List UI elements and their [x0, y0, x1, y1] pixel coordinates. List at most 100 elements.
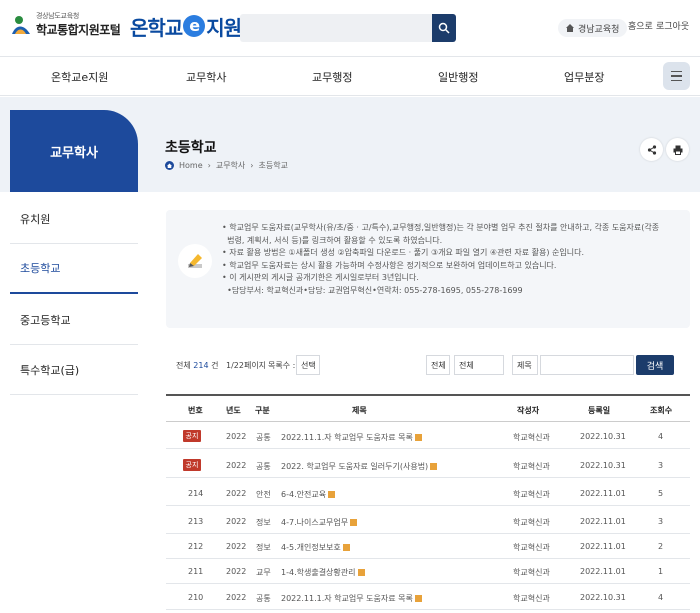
col-title: 제목 [352, 406, 367, 415]
file-icon [414, 434, 422, 441]
cell-date: 2022.10.31 [580, 461, 626, 470]
col-views: 조회수 [650, 406, 673, 415]
cell-title[interactable]: 2022.11.1.자 학교업무 도움자료 목록 [281, 432, 422, 443]
breadcrumb-academic[interactable]: 교무학사 [216, 160, 245, 171]
cell-title[interactable]: 4-5.개인정보보호 [281, 542, 350, 553]
cell-title[interactable]: 4-7.나이스교무업무 [281, 517, 358, 528]
cell-author: 학교혁신과 [513, 518, 550, 527]
cell-year: 2022 [226, 542, 247, 551]
cell-title[interactable]: 6-4.안전교육 [281, 489, 336, 500]
cell-date: 2022.11.01 [580, 542, 626, 551]
search-button[interactable] [432, 14, 456, 42]
cell-year: 2022 [226, 489, 247, 498]
notice-line: • 이 게시판의 게시글 공개기한은 게시일로부터 3년입니다. [222, 273, 419, 283]
cell-views: 3 [658, 461, 664, 470]
cell-title-text: 2022. 학교업무 도움자료 일러두기(사용법) [281, 462, 429, 471]
table-row[interactable]: 211 2022 교무 1-4.학생출결상황관리 학교혁신과 2022.11.0… [166, 560, 690, 584]
cell-views: 1 [658, 567, 664, 576]
print-button[interactable] [666, 138, 689, 161]
cell-year: 2022 [226, 461, 247, 470]
keyword-input[interactable] [540, 355, 634, 375]
nav-item-duties[interactable]: 업무분장 [564, 69, 604, 85]
cell-author: 학교혁신과 [513, 594, 550, 603]
sidebar-heading: 교무학사 [10, 110, 138, 192]
nav-item-onschool[interactable]: 온학교e지원 [51, 69, 108, 85]
scope-select[interactable]: 전체 [426, 355, 450, 375]
hamburger-menu-icon[interactable] [663, 62, 690, 90]
notice-line: •담당부서: 학교혁신과•담당: 교권업무혁신•연락처: 055-278-169… [222, 285, 680, 298]
cell-views: 4 [658, 432, 664, 441]
cell-title-text: 4-5.개인정보보호 [281, 543, 341, 552]
list-count-select[interactable]: 선택 [296, 355, 320, 375]
col-category: 구분 [255, 406, 270, 415]
table-row[interactable]: 214 2022 안전 6-4.안전교육 학교혁신과 2022.11.01 5 [166, 482, 690, 506]
field-select[interactable]: 제목 [512, 355, 538, 375]
chevron-right-icon: › [207, 161, 211, 170]
table-row[interactable]: 공지 2022 공통 2022.11.1.자 학교업무 도움자료 목록 학교혁신… [166, 425, 690, 449]
brand-text-post: 지원 [206, 16, 242, 40]
file-icon [430, 463, 438, 470]
cell-category: 공통 [256, 462, 271, 471]
notice-line: • 자료 활용 방법은 ①새폴더 생성 ②압축파일 다운로드 · 풀기 ③개요 … [222, 248, 584, 258]
sidebar-item-secondary[interactable]: 중고등학교 [10, 295, 138, 345]
nav-item-admin[interactable]: 교무행정 [312, 69, 352, 85]
table-row[interactable]: 공지 2022 공통 2022. 학교업무 도움자료 일러두기(사용법) 학교혁… [166, 454, 690, 478]
portal-logo[interactable]: 경상남도교육청 학교통합지원포털 [10, 11, 121, 38]
table-row[interactable]: 213 2022 정보 4-7.나이스교무업무 학교혁신과 2022.11.01… [166, 510, 690, 534]
table-row[interactable]: 210 2022 공통 2022.11.1.자 학교업무 도움자료 목록 학교혁… [166, 586, 690, 610]
notice-badge: 공지 [183, 459, 201, 471]
sidebar-item-label: 특수학교(급) [20, 363, 80, 377]
notice-line-text: 학교업무 도움자료는 상시 활용 가능하며 수정사항은 정기적으로 보완하여 업… [229, 260, 557, 270]
cell-author: 학교혁신과 [513, 568, 550, 577]
col-author: 작성자 [517, 406, 540, 415]
cell-author: 학교혁신과 [513, 490, 550, 499]
sidebar-item-label: 유치원 [20, 212, 51, 226]
file-icon [342, 544, 350, 551]
search-icon [438, 22, 450, 34]
cell-no: 212 [188, 542, 204, 551]
cell-title[interactable]: 1-4.학생출결상황관리 [281, 567, 365, 578]
page-title: 초등학교 [165, 140, 217, 156]
office-home-label: 경남교육청 [578, 24, 620, 35]
nav-item-academic[interactable]: 교무학사 [186, 69, 226, 85]
notice-line-text: 이 게시판의 게시글 공개기한은 게시일로부터 3년입니다. [229, 273, 419, 283]
cell-title-text: 2022.11.1.자 학교업무 도움자료 목록 [281, 433, 413, 442]
page-info: 1/22페이지 [226, 361, 267, 370]
cell-category: 공통 [256, 594, 271, 603]
nav-item-general[interactable]: 일반행정 [438, 69, 478, 85]
cell-views: 3 [658, 517, 664, 526]
breadcrumb-home[interactable]: Home [179, 161, 203, 170]
breadcrumb-current: 초등학교 [258, 161, 288, 170]
notice-line-text: 자료 활용 방법은 ①새폴더 생성 ②압축파일 다운로드 · 풀기 ③개요 파일… [229, 248, 584, 258]
category-select[interactable]: 전체 [454, 355, 504, 375]
cell-title-text: 4-7.나이스교무업무 [281, 518, 349, 527]
sidebar-item-special[interactable]: 특수학교(급) [10, 345, 138, 395]
file-icon [328, 491, 336, 498]
total-suffix: 건 [211, 361, 219, 370]
notice-line-text: 학교업무 도움자료(교무학사(유/초/중 · 고/특수),교무행정,일반행정)는… [229, 223, 660, 232]
table-row[interactable]: 212 2022 정보 4-5.개인정보보호 학교혁신과 2022.11.01 … [166, 535, 690, 559]
search-submit-button[interactable]: 검색 [636, 355, 674, 375]
cell-views: 5 [658, 489, 664, 498]
cell-title[interactable]: 2022.11.1.자 학교업무 도움자료 목록 [281, 593, 422, 604]
cell-title[interactable]: 2022. 학교업무 도움자료 일러두기(사용법) [281, 461, 438, 472]
breadcrumb: Home › 교무학사 › 초등학교 [165, 160, 288, 171]
chevron-right-icon: › [250, 161, 254, 170]
total-count: 전체 214 건 [176, 360, 218, 371]
brand-logo[interactable]: 온학교 e 지원 [130, 12, 242, 41]
sidebar-item-label: 중고등학교 [20, 313, 71, 327]
cell-date: 2022.11.01 [580, 517, 626, 526]
office-home-link[interactable]: 경남교육청 [558, 19, 628, 37]
home-icon [566, 24, 574, 32]
logout-link[interactable]: 로그아웃 [656, 19, 689, 32]
cell-views: 4 [658, 593, 664, 602]
cell-category: 안전 [256, 490, 271, 499]
search-input[interactable] [240, 14, 456, 42]
cell-category: 정보 [256, 543, 271, 552]
share-button[interactable] [640, 138, 663, 161]
sidebar-item-elementary[interactable]: 초등학교 [10, 244, 138, 294]
sidebar-item-kindergarten[interactable]: 유치원 [10, 194, 138, 244]
notice-line: 법령, 계획서, 서식 등)를 링크하여 활용할 수 있도록 하였습니다. [222, 235, 680, 248]
brand-text-pre: 온학교 [130, 16, 183, 40]
cell-year: 2022 [226, 432, 247, 441]
